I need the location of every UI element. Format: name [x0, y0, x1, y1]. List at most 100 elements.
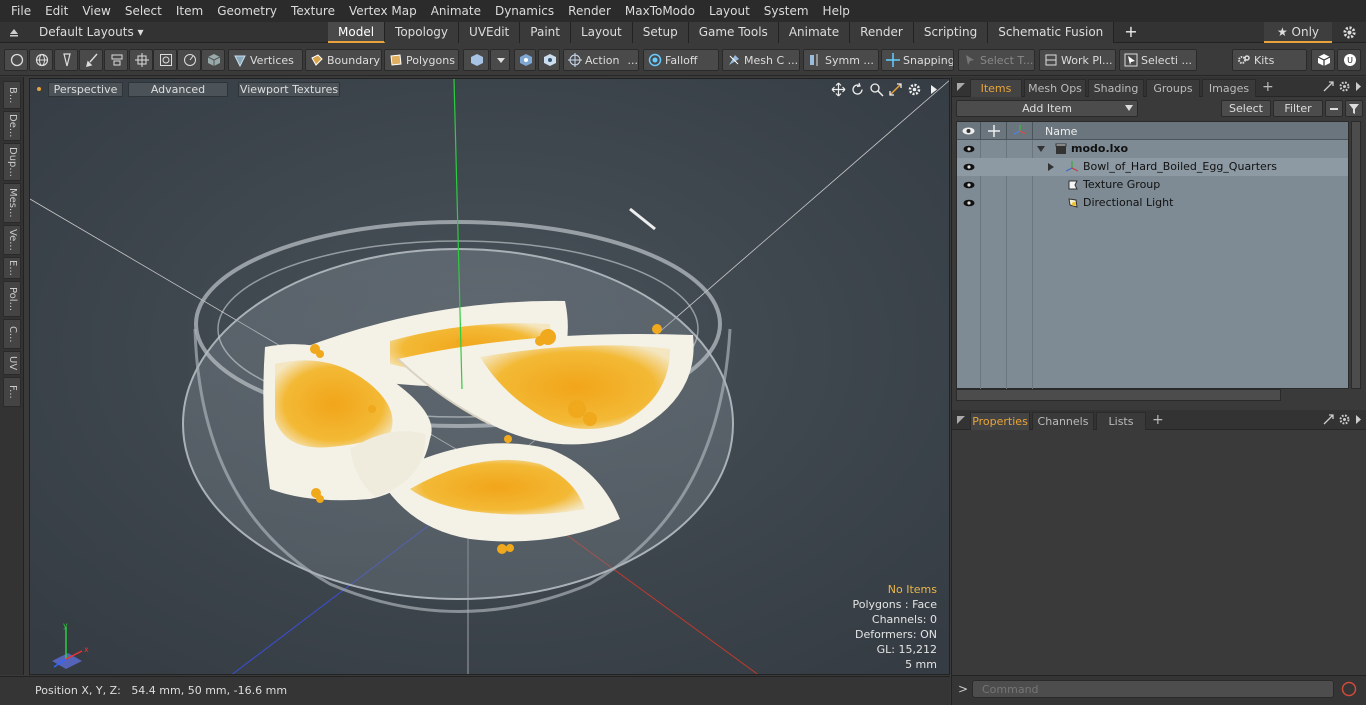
eye-icon[interactable]: [963, 143, 975, 155]
fit-view-icon[interactable]: [888, 82, 903, 97]
layout-dropdown[interactable]: Default Layouts ▾: [39, 25, 144, 39]
pen-tool-button[interactable]: [54, 49, 78, 71]
tab-mesh-ops[interactable]: Mesh Ops: [1024, 79, 1086, 97]
sphere-tool-button[interactable]: [29, 49, 53, 71]
timer-tool-button[interactable]: [177, 49, 201, 71]
perspective-button[interactable]: Perspective: [48, 82, 123, 97]
boundary-button[interactable]: Boundary: [305, 49, 382, 71]
add-panel-tab-button[interactable]: +: [1262, 79, 1274, 95]
command-input[interactable]: [972, 680, 1334, 698]
viewport-gear-icon[interactable]: [907, 82, 922, 97]
gear-icon[interactable]: [1342, 25, 1357, 40]
menu-texture[interactable]: Texture: [284, 0, 342, 22]
vertices-button[interactable]: Vertices: [228, 49, 303, 71]
type-column-header[interactable]: [1007, 122, 1033, 140]
layout-switch-icon[interactable]: [8, 26, 20, 38]
menu-file[interactable]: File: [4, 0, 38, 22]
side-tab-edge[interactable]: E...: [3, 257, 21, 279]
eye-icon[interactable]: [963, 197, 975, 209]
tab-scripting[interactable]: Scripting: [913, 22, 989, 43]
polygons-button[interactable]: Polygons: [384, 49, 459, 71]
tab-render[interactable]: Render: [850, 22, 914, 43]
tab-channels[interactable]: Channels: [1032, 412, 1094, 430]
zoom-view-icon[interactable]: [869, 82, 884, 97]
tab-schematic-fusion[interactable]: Schematic Fusion: [988, 22, 1115, 43]
tab-uvedit[interactable]: UVEdit: [459, 22, 521, 43]
side-tab-deform[interactable]: De...: [3, 111, 21, 141]
eye-icon[interactable]: [963, 161, 975, 173]
panel-corner-icon[interactable]: [957, 416, 965, 424]
tab-model[interactable]: Model: [328, 22, 386, 43]
filter-funnel-button[interactable]: [1345, 100, 1363, 117]
brush-tool-button[interactable]: [79, 49, 103, 71]
unity-button[interactable]: [1311, 49, 1335, 71]
kits-button[interactable]: Kits: [1232, 49, 1307, 71]
panel-collapse-icon[interactable]: [1354, 415, 1363, 424]
cube-mode-button[interactable]: [201, 49, 225, 71]
item-mode-button[interactable]: [463, 49, 489, 71]
panel-collapse-icon[interactable]: [1354, 82, 1363, 91]
side-tab-polygon[interactable]: Pol...: [3, 281, 21, 317]
only-toggle[interactable]: ★ Only: [1264, 22, 1332, 43]
mesh-constraint-button[interactable]: Mesh C ...: [722, 49, 800, 71]
center-tool-button[interactable]: [129, 49, 153, 71]
menu-view[interactable]: View: [75, 0, 117, 22]
side-tab-mesh-edit[interactable]: Mes...: [3, 183, 21, 223]
side-tab-duplicate[interactable]: Dup...: [3, 143, 21, 181]
panel-expand-icon[interactable]: [1322, 413, 1335, 426]
viewport-menu-dot[interactable]: [37, 87, 41, 91]
menu-layout[interactable]: Layout: [702, 0, 757, 22]
menu-maxtomodo[interactable]: MaxToModo: [618, 0, 702, 22]
name-column-header[interactable]: Name: [1045, 125, 1077, 138]
align-tool-button[interactable]: [104, 49, 128, 71]
tab-layout[interactable]: Layout: [570, 22, 633, 43]
eye-icon[interactable]: [963, 179, 975, 191]
side-tab-fusion[interactable]: F...: [3, 377, 21, 407]
menu-select[interactable]: Select: [118, 0, 169, 22]
viewport-textures-button[interactable]: Viewport Textures: [238, 82, 340, 97]
tab-items[interactable]: Items: [970, 79, 1022, 97]
tree-row-directional-light[interactable]: Directional Light: [957, 194, 1348, 212]
menu-render[interactable]: Render: [561, 0, 618, 22]
menu-system[interactable]: System: [757, 0, 816, 22]
record-icon[interactable]: [1341, 681, 1357, 697]
tab-paint[interactable]: Paint: [520, 22, 571, 43]
tab-topology[interactable]: Topology: [385, 22, 460, 43]
menu-dynamics[interactable]: Dynamics: [488, 0, 561, 22]
add-tab-button[interactable]: +: [1114, 22, 1137, 43]
add-item-dropdown[interactable]: Add Item: [956, 100, 1138, 117]
select-button[interactable]: Select: [1221, 100, 1271, 117]
item-list-scrollbar[interactable]: [1351, 121, 1361, 389]
tab-images[interactable]: Images: [1202, 79, 1256, 97]
menu-help[interactable]: Help: [816, 0, 857, 22]
filter-button[interactable]: Filter: [1273, 100, 1323, 117]
select-circle-button[interactable]: [4, 49, 28, 71]
panel-gear-icon[interactable]: [1338, 413, 1351, 426]
side-tab-uv[interactable]: UV: [3, 351, 21, 375]
move-view-icon[interactable]: [831, 82, 846, 97]
tab-shading[interactable]: Shading: [1088, 79, 1144, 97]
menu-geometry[interactable]: Geometry: [210, 0, 284, 22]
material-mode-button[interactable]: [514, 49, 536, 71]
action-center-button[interactable]: Action ...: [563, 49, 639, 71]
item-list-hscrollbar[interactable]: [956, 389, 1281, 401]
side-tab-vertex[interactable]: Ve...: [3, 225, 21, 255]
item-list[interactable]: Name modo.lxo Bowl_of_Hard_Boiled_Egg_Qu…: [956, 121, 1349, 390]
tree-row-scene[interactable]: modo.lxo: [957, 140, 1348, 158]
expand-arrow-icon[interactable]: [1048, 163, 1054, 171]
panel-expand-icon[interactable]: [1322, 80, 1335, 93]
unreal-button[interactable]: U: [1337, 49, 1361, 71]
tab-game-tools[interactable]: Game Tools: [688, 22, 779, 43]
lock-column-header[interactable]: [981, 122, 1007, 140]
panel-gear-icon[interactable]: [1338, 80, 1351, 93]
advanced-button[interactable]: Advanced: [128, 82, 228, 97]
snapping-button[interactable]: Snapping: [881, 49, 954, 71]
texture-mode-button[interactable]: [538, 49, 560, 71]
viewport-expand-icon[interactable]: [926, 82, 941, 97]
work-plane-button[interactable]: Work Pl...: [1039, 49, 1116, 71]
tab-lists[interactable]: Lists: [1096, 412, 1146, 430]
select-through-button[interactable]: Select T...: [958, 49, 1035, 71]
visibility-column-header[interactable]: [957, 122, 981, 140]
tab-animate[interactable]: Animate: [778, 22, 851, 43]
falloff-button[interactable]: Falloff: [643, 49, 719, 71]
